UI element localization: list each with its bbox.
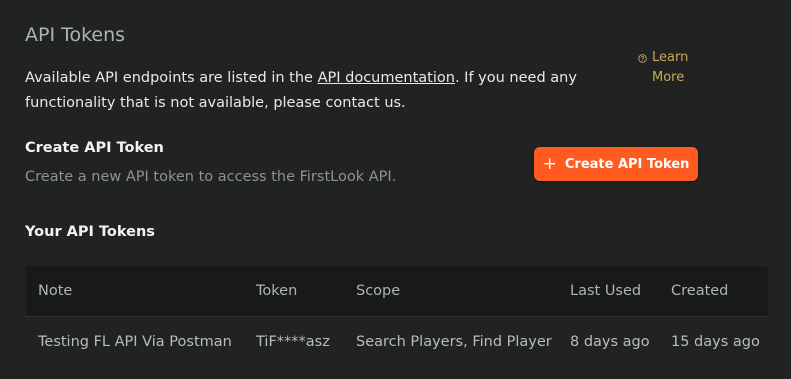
- tokens-heading: Your API Tokens: [25, 224, 155, 240]
- column-header-token: Token: [256, 283, 298, 299]
- token-last-used: 8 days ago: [570, 334, 650, 350]
- learn-more-label-line2: More: [652, 70, 685, 85]
- intro-text: Available API endpoints are listed in th…: [25, 66, 615, 116]
- table-row[interactable]: Testing FL API Via Postman TiF****asz Se…: [26, 317, 768, 367]
- create-api-token-button[interactable]: + Create API Token: [534, 147, 698, 181]
- tokens-table: Note Token Scope Last Used Created Testi…: [26, 266, 768, 366]
- plus-icon: +: [542, 153, 557, 174]
- token-scope: Search Players, Find Player: [356, 334, 552, 350]
- token-created: 15 days ago: [671, 334, 760, 350]
- token-value: TiF****asz: [256, 334, 330, 350]
- question-circle-icon: [638, 54, 647, 63]
- learn-more-label-line1: Learn: [652, 50, 689, 65]
- learn-more-link[interactable]: Learn More: [638, 48, 688, 88]
- page-title: API Tokens: [25, 24, 126, 46]
- intro-text-start: Available API endpoints are listed in th…: [25, 70, 318, 86]
- column-header-scope: Scope: [356, 283, 401, 299]
- table-header: Note Token Scope Last Used Created: [26, 266, 768, 317]
- column-header-created: Created: [671, 283, 729, 299]
- create-token-heading: Create API Token: [25, 140, 164, 156]
- column-header-last-used: Last Used: [570, 283, 642, 299]
- create-token-description: Create a new API token to access the Fir…: [25, 169, 397, 185]
- api-documentation-link[interactable]: API documentation: [318, 70, 455, 86]
- column-header-note: Note: [38, 283, 73, 299]
- token-note: Testing FL API Via Postman: [38, 334, 232, 350]
- create-api-token-button-label: Create API Token: [564, 156, 690, 172]
